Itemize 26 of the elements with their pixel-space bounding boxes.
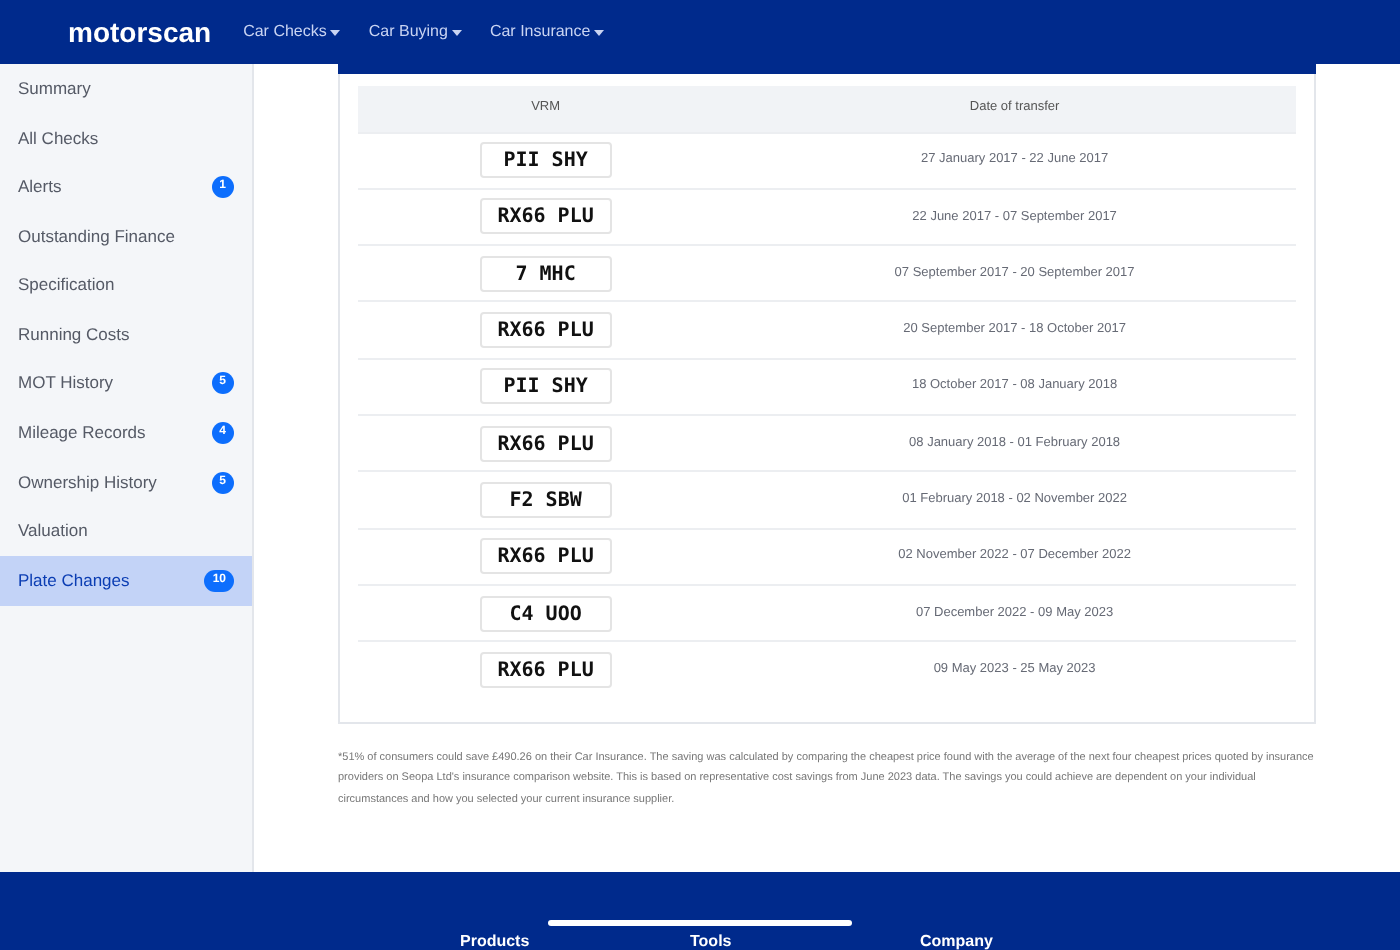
footer-heading: Products — [460, 932, 532, 950]
number-plate: PII SHY — [479, 368, 612, 405]
brand-logo[interactable]: motorscan — [68, 11, 212, 53]
nav-menu[interactable]: Car Buying — [368, 20, 462, 44]
number-plate: F2 SBW — [479, 481, 612, 518]
number-plate: RX66 PLU — [479, 425, 612, 462]
sidebar-item[interactable]: Running Costs — [0, 309, 252, 360]
sidebar-item[interactable]: Summary — [0, 64, 252, 114]
caret-icon — [594, 29, 605, 35]
number-plate: PII SHY — [479, 142, 612, 179]
number-plate: RX66 PLU — [479, 198, 612, 235]
sidebar-item[interactable]: Specification — [0, 260, 252, 310]
caret-icon — [330, 29, 341, 35]
nav-menu[interactable]: Car Insurance — [489, 20, 605, 44]
sidebar-item[interactable]: All Checks — [0, 113, 252, 163]
number-plate: RX66 PLU — [479, 652, 612, 689]
sidebar-item[interactable]: Valuation — [0, 506, 252, 556]
number-plate: C4 UOO — [479, 595, 612, 632]
number-plate: 7 MHC — [479, 255, 612, 292]
sidebar-item[interactable]: Outstanding Finance — [0, 211, 252, 261]
nav-menu[interactable]: Car Checks — [243, 20, 341, 44]
footer-heading: Tools — [690, 932, 734, 950]
footer-heading: Company — [920, 932, 995, 950]
number-plate: RX66 PLU — [479, 312, 612, 349]
number-plate: RX66 PLU — [479, 538, 612, 575]
caret-icon — [451, 29, 462, 35]
